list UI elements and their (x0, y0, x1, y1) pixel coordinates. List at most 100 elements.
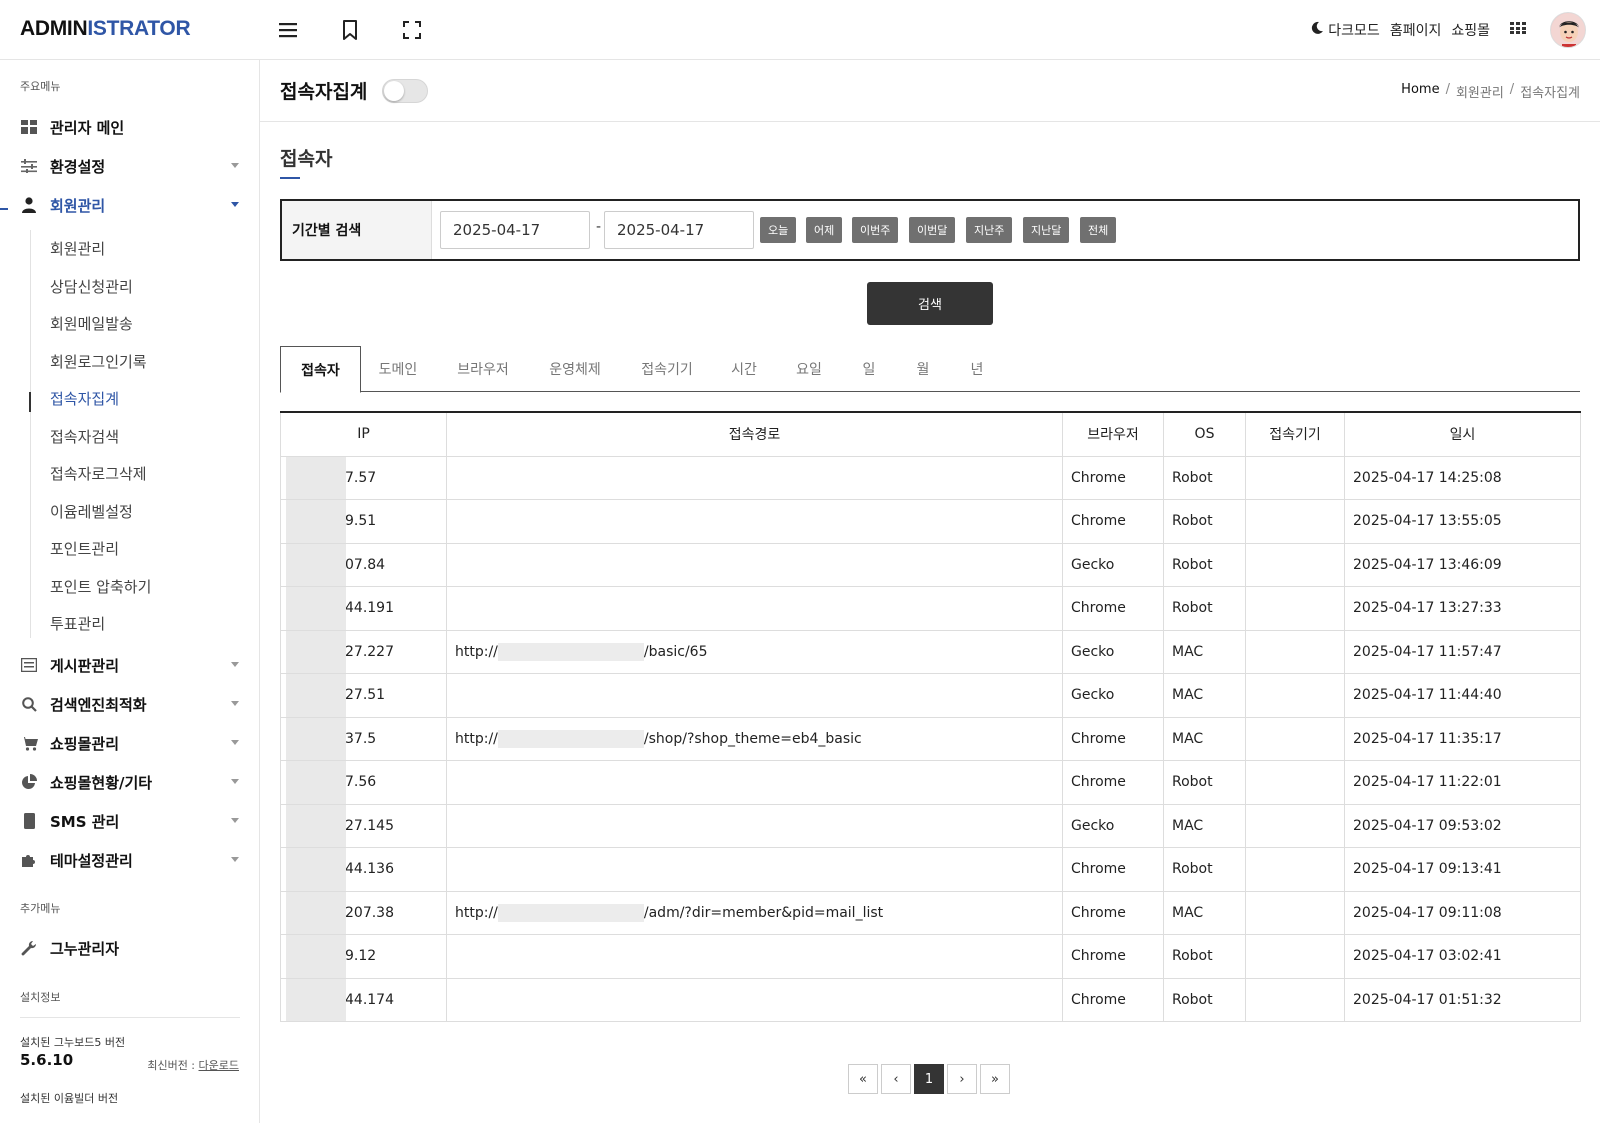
sidebar-item-shop[interactable]: 쇼핑몰관리 (0, 728, 259, 758)
submenu-item-visit-search[interactable]: 접속자검색 (50, 424, 119, 448)
apps-grid-icon[interactable] (1510, 22, 1526, 38)
sidebar-item-shop-status[interactable]: 쇼핑몰현황/기타 (0, 767, 259, 797)
sidebar-item-gnu-admin[interactable]: 그누관리자 (0, 933, 259, 963)
search-button[interactable]: 검색 (867, 282, 993, 325)
referer-cell[interactable]: http:// /shop/?shop_theme=eb4_basic (446, 716, 1063, 761)
sidebar-divider (20, 1017, 240, 1018)
quick-this-month-button[interactable]: 이번달 (909, 217, 956, 243)
sidebar-item-settings[interactable]: 환경설정 (0, 151, 259, 181)
ip-value: 44.136 (345, 861, 394, 878)
ip-value: 27.227 (345, 643, 394, 660)
tab-device[interactable]: 접속기기 (622, 346, 712, 392)
top-bar: ADMINISTRATOR 다크모드 홈페이지 쇼핑몰 (0, 0, 1600, 60)
ip-cell: 9.12 (280, 934, 447, 979)
logo[interactable]: ADMINISTRATOR (20, 17, 191, 41)
submenu-item-member-mail[interactable]: 회원메일발송 (50, 311, 133, 335)
download-link[interactable]: 다운로드 (199, 1059, 239, 1072)
tab-domain[interactable]: 도메인 (360, 346, 436, 392)
tab-weekday[interactable]: 요일 (776, 346, 842, 392)
ip-value: 7.56 (345, 774, 377, 791)
tab-browser[interactable]: 브라우저 (440, 346, 526, 392)
list-icon (20, 656, 38, 674)
redaction-mask (286, 891, 346, 934)
tab-os[interactable]: 운영체제 (530, 346, 620, 392)
quick-this-week-button[interactable]: 이번주 (852, 217, 899, 243)
bookmark-icon[interactable] (338, 18, 362, 42)
tab-month[interactable]: 월 (896, 346, 950, 392)
user-icon (20, 196, 38, 214)
submenu-item-consult[interactable]: 상담신청관리 (50, 274, 133, 298)
browser-cell: Chrome (1062, 586, 1164, 631)
shop-link[interactable]: 쇼핑몰 (1451, 20, 1490, 40)
prev-page-button[interactable]: ‹ (881, 1064, 911, 1094)
submenu-item-points[interactable]: 포인트관리 (50, 536, 119, 560)
ip-value: 07.84 (345, 556, 386, 573)
sidebar-item-board[interactable]: 게시판관리 (0, 650, 259, 680)
page-toggle[interactable] (382, 79, 428, 103)
column-header-datetime[interactable]: 일시 (1344, 411, 1581, 457)
homepage-link[interactable]: 홈페이지 (1390, 20, 1442, 40)
stats-tabs: 접속자 도메인 브라우저 운영체제 접속기기 시간 요일 일 월 년 (280, 346, 1580, 393)
top-right-links: 다크모드 홈페이지 쇼핑몰 (1310, 10, 1586, 50)
ip-value: 44.174 (345, 991, 394, 1008)
first-page-button[interactable]: « (848, 1064, 878, 1094)
browser-cell: Gecko (1062, 803, 1164, 848)
sidebar-item-label: 쇼핑몰현황/기타 (50, 773, 153, 792)
column-header-os[interactable]: OS (1163, 411, 1246, 457)
referer-prefix: http:// (455, 730, 498, 747)
column-header-referer[interactable]: 접속경로 (446, 411, 1063, 457)
logo-part-istrator: ISTRATOR (87, 17, 191, 40)
column-header-ip[interactable]: IP (280, 411, 447, 457)
quick-yesterday-button[interactable]: 어제 (806, 217, 843, 243)
device-cell (1245, 542, 1345, 587)
tab-day[interactable]: 일 (844, 346, 894, 392)
period-search-label: 기간별 검색 (282, 201, 432, 259)
os-cell: MAC (1163, 629, 1246, 674)
ip-value: 44.191 (345, 600, 394, 617)
darkmode-toggle[interactable]: 다크모드 (1310, 20, 1380, 40)
next-page-button[interactable]: › (947, 1064, 977, 1094)
sidebar-item-seo[interactable]: 검색엔진최적화 (0, 689, 259, 719)
breadcrumb-members[interactable]: 회원관리 (1456, 82, 1504, 101)
sidebar-item-label: 게시판관리 (50, 656, 120, 675)
quick-last-month-button[interactable]: 지난달 (1023, 217, 1070, 243)
last-page-button[interactable]: » (980, 1064, 1010, 1094)
sidebar-item-members[interactable]: 회원관리 (0, 190, 259, 220)
date-from-input[interactable] (440, 211, 590, 249)
referer-cell[interactable]: http:// /basic/65 (446, 629, 1063, 674)
page-title: 접속자집계 (280, 81, 368, 103)
quick-all-button[interactable]: 전체 (1080, 217, 1117, 243)
main-content: 접속자집계 Home / 회원관리 / 접속자집계 접속자 기간별 검색 - 오… (260, 60, 1600, 1123)
quick-today-button[interactable]: 오늘 (760, 217, 797, 243)
submenu-item-login-log[interactable]: 회원로그인기록 (50, 349, 147, 373)
page-header: 접속자집계 Home / 회원관리 / 접속자집계 (260, 60, 1600, 122)
sidebar-item-admin-main[interactable]: 관리자 메인 (0, 112, 259, 142)
avatar[interactable] (1550, 12, 1586, 48)
page-1-button[interactable]: 1 (914, 1064, 944, 1094)
submenu-item-member-manage[interactable]: 회원관리 (50, 236, 105, 260)
ip-cell: 44.174 (280, 977, 447, 1022)
column-header-browser[interactable]: 브라우저 (1062, 411, 1164, 457)
column-header-device[interactable]: 접속기기 (1245, 411, 1345, 457)
submenu-item-poll[interactable]: 투표관리 (50, 611, 105, 635)
submenu-item-level-settings[interactable]: 이윰레벨설정 (50, 499, 133, 523)
date-to-input[interactable] (604, 211, 754, 249)
submenu-item-visit-log-delete[interactable]: 접속자로그삭제 (50, 461, 147, 485)
tab-visitors[interactable]: 접속자 (280, 346, 361, 393)
submenu-item-visit-stats[interactable]: 접속자집계 (50, 386, 119, 410)
sidebar-item-sms[interactable]: SMS 관리 (0, 806, 259, 836)
ip-cell: 44.191 (280, 586, 447, 631)
referer-cell (446, 934, 1063, 979)
tab-year[interactable]: 년 (952, 346, 1002, 392)
browser-cell: Chrome (1062, 455, 1164, 500)
quick-last-week-button[interactable]: 지난주 (966, 217, 1013, 243)
submenu-item-point-compress[interactable]: 포인트 압축하기 (50, 574, 151, 598)
menu-icon[interactable] (276, 18, 300, 42)
sidebar-item-theme[interactable]: 테마설정관리 (0, 845, 259, 875)
fullscreen-icon[interactable] (400, 18, 424, 42)
device-cell (1245, 586, 1345, 631)
device-cell (1245, 847, 1345, 892)
referer-cell[interactable]: http:// /adm/?dir=member&pid=mail_list (446, 890, 1063, 935)
tab-time[interactable]: 시간 (714, 346, 774, 392)
breadcrumb-home[interactable]: Home (1401, 82, 1439, 101)
